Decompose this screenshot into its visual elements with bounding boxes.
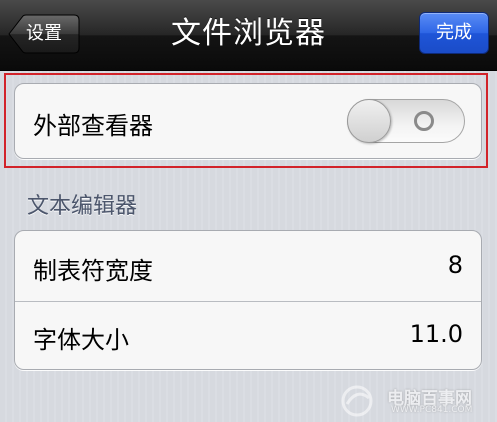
external-viewer-toggle[interactable]	[347, 99, 465, 143]
table-row[interactable]: 字体大小 11.0	[15, 302, 481, 370]
toggle-knob	[347, 99, 391, 143]
watermark: 电脑百事网 WWW.PC841.COM	[339, 384, 489, 418]
watermark-url: WWW.PC841.COM	[391, 405, 473, 415]
external-viewer-label: 外部查看器	[33, 112, 153, 140]
navigation-bar: 文件浏览器 设置 完成	[0, 0, 497, 71]
back-button[interactable]: 设置	[8, 14, 80, 54]
font-size-label: 字体大小	[33, 326, 129, 354]
back-button-label: 设置	[26, 23, 62, 44]
tab-width-label: 制表符宽度	[33, 257, 153, 285]
font-size-value: 11.0	[409, 320, 463, 348]
table-row[interactable]: 制表符宽度 8	[15, 231, 481, 301]
external-viewer-group: 外部查看器	[14, 83, 482, 159]
text-editor-group: 制表符宽度 8 字体大小 11.0	[14, 230, 482, 370]
tab-width-value: 8	[447, 251, 463, 279]
toggle-off-icon	[414, 111, 434, 131]
done-button[interactable]: 完成	[419, 12, 489, 54]
watermark-logo-icon	[341, 385, 373, 417]
section-header-text-editor: 文本编辑器	[27, 194, 138, 219]
